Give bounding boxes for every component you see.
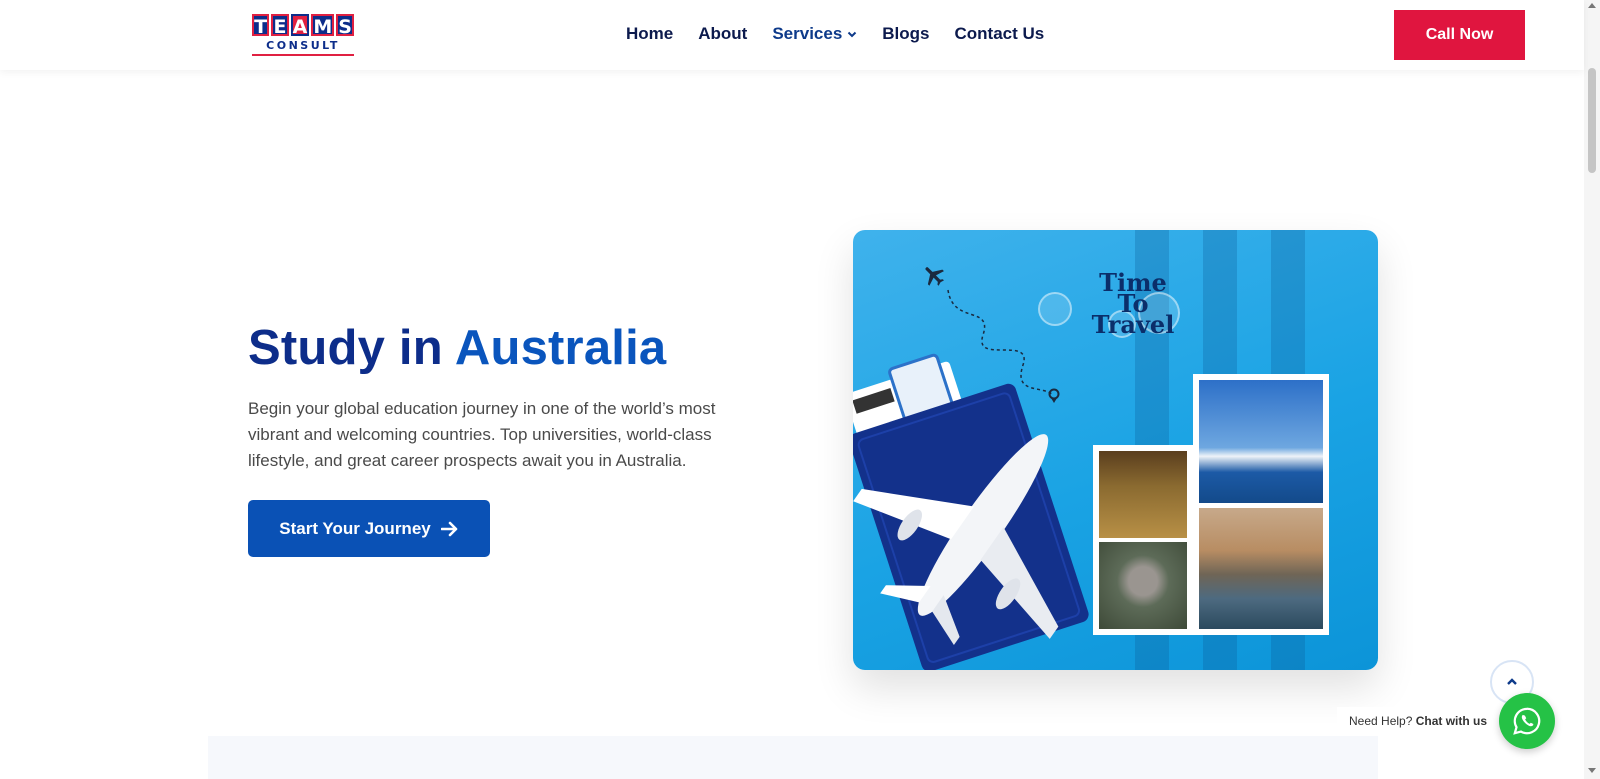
sydney-opera-house-photo [1199,380,1323,503]
nav-about[interactable]: About [698,24,747,44]
nav-contact[interactable]: Contact Us [955,24,1045,44]
arrow-right-icon [440,521,458,536]
nav-home[interactable]: Home [626,24,673,44]
nav-services[interactable]: Services [772,24,857,44]
chat-help-label[interactable]: Need Help? Chat with us [1337,707,1500,735]
logo-letter: T [252,14,270,38]
chevron-down-icon [848,31,857,38]
call-now-button[interactable]: Call Now [1394,10,1525,60]
hero-title-accent: Australia [454,321,667,375]
passport-and-airplane-illustration [853,353,1089,670]
logo-letter: S [336,14,354,38]
hero-title: Study in Australia [248,320,666,376]
nav-blogs-label: Blogs [882,24,930,43]
whatsapp-icon [1513,707,1541,735]
nav-about-label: About [698,24,748,43]
australia-travel-image: Time To Travel [853,230,1378,670]
time-to-travel-text: Time To Travel [1053,271,1213,339]
logo-letter: E [271,14,289,38]
start-journey-button[interactable]: Start Your Journey [248,500,490,557]
site-header: T E A M S CONSULT Home About Services Bl… [0,0,1584,70]
tagline-line: Travel [1091,310,1175,339]
logo-letter: M [311,14,335,38]
nav-contact-label: Contact Us [954,24,1045,43]
logo-letter: A [290,14,310,38]
nav-blogs[interactable]: Blogs [882,24,929,44]
page-scrollbar[interactable] [1584,0,1600,779]
chat-prefix: Need Help? [1349,714,1413,728]
koala-photo [1099,542,1187,629]
next-section-background [208,736,1378,779]
hero-description: Begin your global education journey in o… [248,399,716,470]
kangaroos-photo [1099,451,1187,538]
scroll-up-icon[interactable] [1588,3,1596,8]
start-journey-label: Start Your Journey [279,518,431,538]
nav-home-label: Home [626,24,674,43]
hero-title-main: Study in [248,321,443,375]
scroll-down-icon[interactable] [1588,768,1596,773]
main-nav: Home About Services Blogs Contact Us [626,24,1044,44]
city-skyline-photo [1199,508,1323,629]
nav-services-label: Services [772,24,843,43]
chat-link: Chat with us [1415,714,1488,728]
chevron-up-icon [1507,678,1517,685]
scroll-thumb[interactable] [1588,68,1596,173]
logo-subtitle: CONSULT [252,39,354,56]
logo-letters: T E A M S [252,14,354,38]
teams-consult-logo[interactable]: T E A M S CONSULT [252,14,354,60]
whatsapp-button[interactable] [1499,693,1555,749]
